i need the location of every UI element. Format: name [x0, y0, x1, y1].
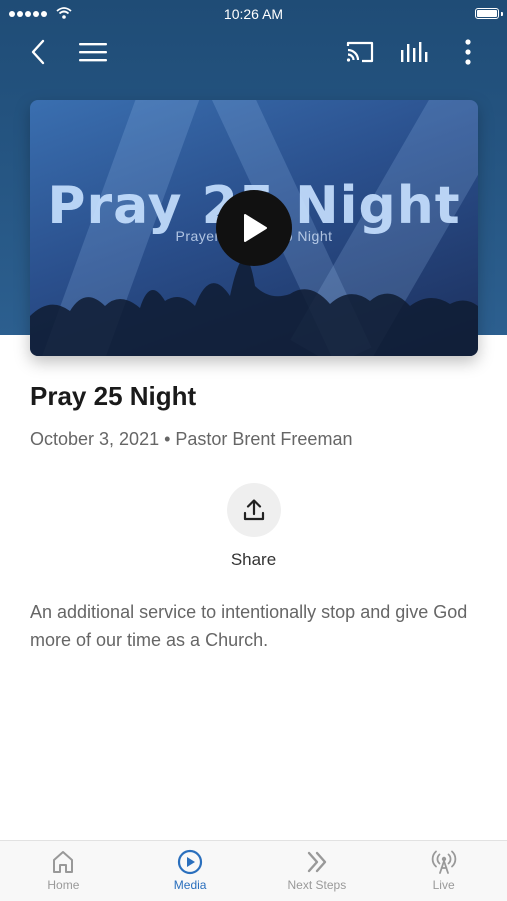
battery-icon — [475, 8, 499, 19]
battery-cap — [501, 12, 503, 16]
bottom-tab-bar: Home Media Next Steps Live — [0, 840, 507, 901]
tab-media-label: Media — [173, 878, 207, 892]
tab-home[interactable]: Home — [0, 841, 127, 901]
more-options-button[interactable] — [452, 36, 484, 68]
audio-bars-icon — [401, 42, 428, 62]
back-button[interactable] — [22, 36, 54, 68]
cast-icon — [346, 41, 374, 63]
menu-button[interactable] — [77, 36, 109, 68]
broadcast-icon — [431, 850, 456, 874]
chevron-left-icon — [31, 39, 45, 65]
video-thumbnail[interactable]: Pray 25 Night Prayer & Worship Night — [30, 100, 478, 356]
tab-next-steps-label: Next Steps — [287, 878, 347, 892]
play-circle-icon — [178, 849, 203, 875]
more-vertical-icon — [465, 39, 471, 65]
sermon-meta: October 3, 2021 • Pastor Brent Freeman — [30, 429, 353, 449]
sermon-title: Pray 25 Night — [30, 381, 197, 411]
play-button[interactable] — [216, 190, 292, 266]
tab-next-steps[interactable]: Next Steps — [254, 841, 381, 901]
share-button[interactable] — [227, 483, 281, 537]
share-label: Share — [230, 550, 277, 569]
play-icon — [244, 214, 267, 242]
double-chevron-right-icon — [307, 851, 327, 873]
status-time: 10:26 AM — [223, 6, 284, 22]
share-upload-icon — [243, 499, 265, 521]
audio-button[interactable] — [398, 36, 430, 68]
tab-media[interactable]: Media — [127, 841, 254, 901]
cast-button[interactable] — [344, 36, 376, 68]
sermon-description: An additional service to intentionally s… — [30, 602, 468, 650]
status-bar: 10:26 AM — [0, 0, 507, 28]
tab-live[interactable]: Live — [380, 841, 507, 901]
tab-home-label: Home — [47, 878, 80, 892]
hamburger-icon — [79, 43, 107, 62]
tab-live-label: Live — [432, 878, 455, 892]
home-icon — [53, 851, 74, 873]
